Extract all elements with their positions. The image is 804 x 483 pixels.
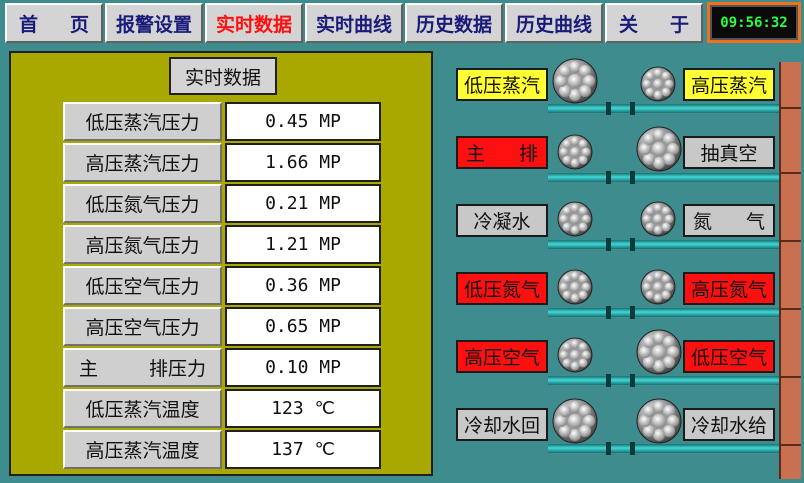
pipe-joint: [606, 171, 611, 184]
pipe-joint: [630, 306, 635, 319]
tag-main-exhaust-part-2: 排: [518, 143, 538, 165]
pipe-joint: [606, 442, 611, 455]
pipe-joint: [630, 238, 635, 251]
wall-divider: [781, 308, 801, 310]
pipe-row-6: [548, 444, 779, 453]
clock-display: 09:56:32: [707, 2, 801, 43]
nav-realtime-data[interactable]: 实时数据: [205, 3, 303, 43]
wall-divider: [781, 172, 801, 174]
tag-nitrogen-part-1: 氮: [693, 211, 713, 233]
realtime-data-panel: 实时数据 低压蒸汽压力 0.45 MP 高压蒸汽压力 1.66 MP 低压氮气压…: [9, 51, 433, 476]
nav-about-label-1: 关: [619, 13, 639, 36]
label-main-exhaust-part-2: 排压力: [148, 358, 206, 380]
value-high-nitrogen-pressure: 1.21 MP: [225, 225, 381, 264]
wall-divider: [781, 444, 801, 446]
pipe-row-1: [548, 104, 779, 113]
value-low-nitrogen-pressure: 0.21 MP: [225, 184, 381, 223]
nav-realtime-data-label: 实时数据: [215, 13, 292, 36]
wall-divider: [781, 107, 801, 109]
valve-icon: [552, 58, 598, 104]
value-low-steam-temperature: 123 ℃: [225, 389, 381, 428]
pipe-joint: [630, 442, 635, 455]
pipe-joint: [606, 374, 611, 387]
tag-high-pressure-air: 高压空气: [456, 340, 548, 373]
label-low-steam-pressure: 低压蒸汽压力: [63, 102, 222, 141]
tag-cooling-water-return: 冷却水回: [456, 408, 548, 441]
tag-high-pressure-nitrogen: 高压氮气: [683, 272, 775, 305]
pipe-joint: [630, 374, 635, 387]
value-high-steam-temperature: 137 ℃: [225, 430, 381, 469]
tag-low-pressure-nitrogen: 低压氮气: [456, 272, 548, 305]
label-high-steam-temperature: 高压蒸汽温度: [63, 430, 222, 469]
pipe-row-4: [548, 308, 779, 317]
pipe-joint: [606, 102, 611, 115]
tag-high-pressure-steam: 高压蒸汽: [683, 68, 775, 101]
label-low-air-pressure: 低压空气压力: [63, 266, 222, 305]
nav-realtime-curve-label: 实时曲线: [315, 13, 392, 36]
tag-nitrogen: 氮 气: [683, 204, 775, 237]
nav-realtime-curve[interactable]: 实时曲线: [305, 3, 403, 43]
panel-title: 实时数据: [169, 57, 277, 95]
nav-about-label-2: 于: [669, 13, 689, 36]
pipe-joint: [606, 306, 611, 319]
nav-history-data[interactable]: 历史数据: [405, 3, 503, 43]
nav-home-label-2: 页: [69, 13, 89, 36]
value-low-air-pressure: 0.36 MP: [225, 266, 381, 305]
valve-icon: [552, 398, 598, 444]
label-main-exhaust-pressure: 主 排压力: [63, 348, 222, 387]
label-high-air-pressure: 高压空气压力: [63, 307, 222, 346]
clock-time: 09:56:32: [710, 5, 798, 40]
tag-nitrogen-part-2: 气: [745, 211, 765, 233]
valve-icon: [640, 269, 676, 305]
nav-history-data-label: 历史数据: [415, 13, 492, 36]
tag-main-exhaust: 主 排: [456, 136, 548, 169]
label-high-nitrogen-pressure: 高压氮气压力: [63, 225, 222, 264]
value-low-steam-pressure: 0.45 MP: [225, 102, 381, 141]
nav-alarm-settings[interactable]: 报警设置: [105, 3, 203, 43]
label-main-exhaust-part-1: 主: [79, 358, 99, 380]
tag-cooling-water-supply: 冷却水给: [683, 408, 775, 441]
wall-divider: [781, 240, 801, 242]
wall-divider: [781, 376, 801, 378]
tag-vacuum: 抽真空: [683, 136, 775, 169]
right-edge-wall: [779, 62, 801, 479]
nav-about[interactable]: 关 于: [605, 3, 703, 43]
tag-low-pressure-steam: 低压蒸汽: [456, 68, 548, 101]
nav-history-curve[interactable]: 历史曲线: [505, 3, 603, 43]
value-main-exhaust-pressure: 0.10 MP: [225, 348, 381, 387]
label-high-steam-pressure: 高压蒸汽压力: [63, 143, 222, 182]
tag-low-pressure-air: 低压空气: [683, 340, 775, 373]
valve-icon: [636, 329, 682, 375]
pipe-joint: [606, 238, 611, 251]
nav-history-curve-label: 历史曲线: [515, 13, 592, 36]
valve-icon: [636, 126, 682, 172]
valve-icon: [640, 201, 676, 237]
pipe-joint: [630, 171, 635, 184]
nav-home-label-1: 首: [19, 13, 39, 36]
valve-icon: [640, 66, 676, 102]
value-high-air-pressure: 0.65 MP: [225, 307, 381, 346]
top-nav-bar: 首 页 报警设置 实时数据 实时曲线 历史数据 历史曲线 关 于 09:56:3…: [0, 0, 804, 46]
pipe-row-5: [548, 376, 779, 385]
valve-icon: [557, 201, 593, 237]
valve-icon: [636, 398, 682, 444]
value-high-steam-pressure: 1.66 MP: [225, 143, 381, 182]
valve-icon: [557, 269, 593, 305]
pipe-row-3: [548, 240, 779, 249]
label-low-nitrogen-pressure: 低压氮气压力: [63, 184, 222, 223]
valve-icon: [557, 134, 593, 170]
tag-condensate: 冷凝水: [456, 204, 548, 237]
pipe-joint: [630, 102, 635, 115]
pipe-row-2: [548, 173, 779, 182]
tag-main-exhaust-part-1: 主: [466, 143, 486, 165]
nav-home[interactable]: 首 页: [5, 3, 103, 43]
nav-alarm-settings-label: 报警设置: [115, 13, 192, 36]
label-low-steam-temperature: 低压蒸汽温度: [63, 389, 222, 428]
valve-icon: [557, 337, 593, 373]
